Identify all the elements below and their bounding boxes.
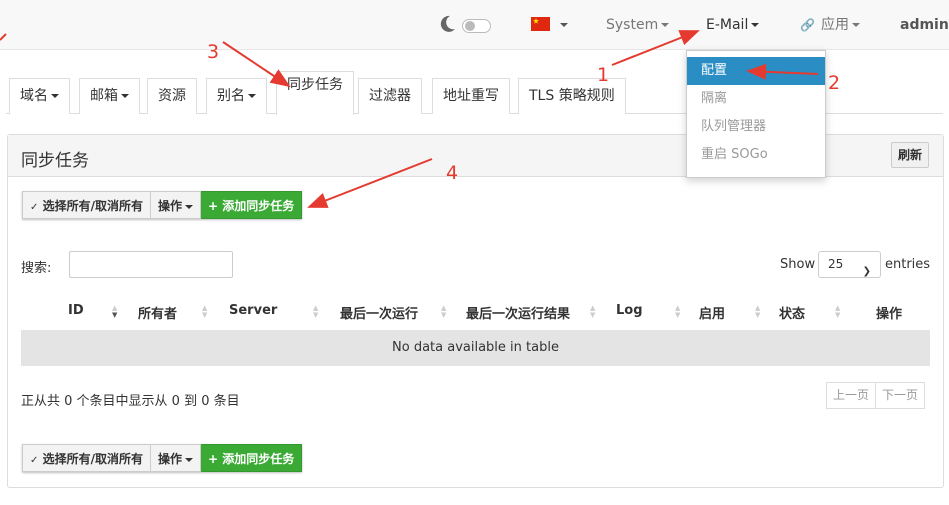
annotation-2: 2 [828,72,841,94]
annotation-arrows [0,30,819,208]
annotation-4: 4 [446,162,459,184]
annotation-1: 1 [597,64,610,86]
annotation-3: 3 [207,41,220,63]
